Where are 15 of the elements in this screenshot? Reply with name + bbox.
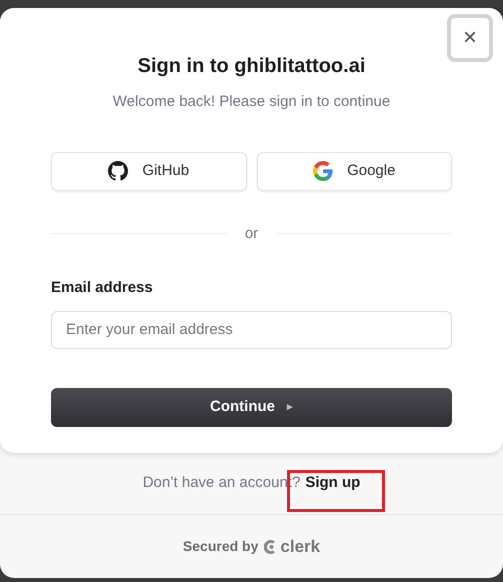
github-icon	[108, 161, 128, 181]
clerk-logo: clerk	[264, 534, 320, 560]
continue-button[interactable]: Continue ▸	[51, 388, 452, 426]
sign-up-link[interactable]: Sign up	[305, 472, 360, 495]
google-icon	[313, 161, 334, 181]
divider-text: or	[244, 224, 258, 244]
dialog-title: Sign in to ghiblitattoo.ai	[138, 54, 366, 79]
secured-text: Secured by	[182, 537, 258, 556]
field-label: Email address	[51, 279, 153, 296]
github-button[interactable]: GitHub	[51, 152, 246, 190]
close-button[interactable]: ×	[447, 14, 493, 62]
subtitle: Welcome back! Please sign in to continue	[112, 92, 390, 112]
email-field[interactable]: Enter your email address	[51, 310, 452, 348]
caret-icon: ▸	[287, 398, 293, 416]
google-button[interactable]: Google	[256, 152, 452, 190]
